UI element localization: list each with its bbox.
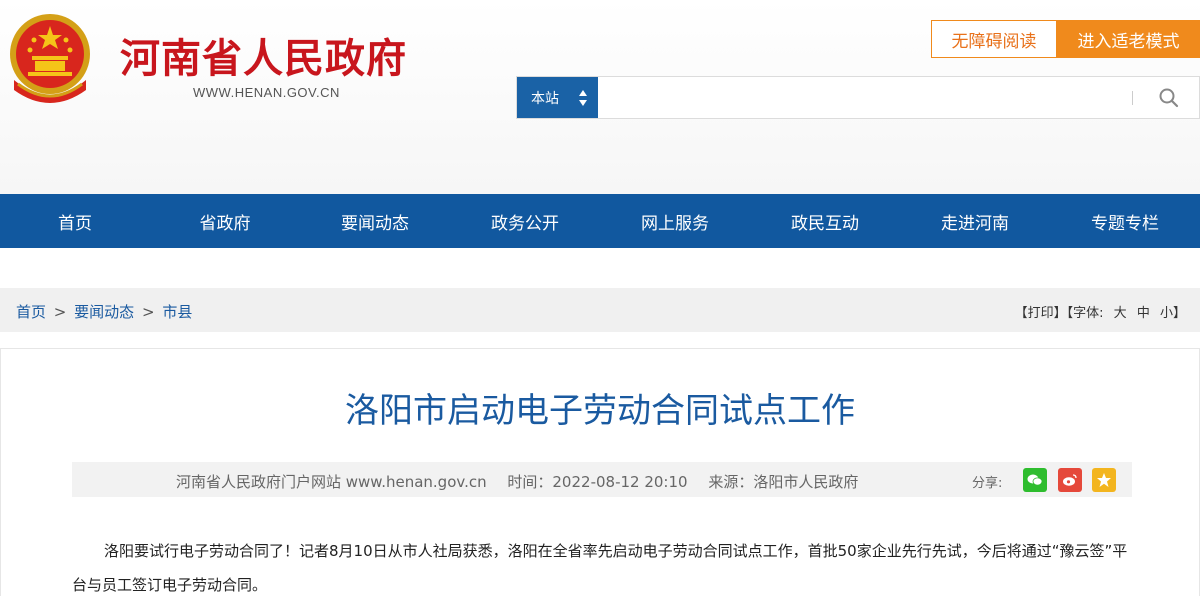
weibo-share-icon[interactable] <box>1058 468 1082 492</box>
article-meta-bar: 河南省人民政府门户网站 www.henan.gov.cn 时间：2022-08-… <box>72 462 1132 497</box>
elder-mode-button[interactable]: 进入适老模式 <box>1057 20 1200 58</box>
nav-item-provincial-government[interactable]: 省政府 <box>150 194 300 248</box>
site-title[interactable]: 河南省人民政府 <box>120 26 407 84</box>
qzone-share-icon[interactable] <box>1092 468 1116 492</box>
nav-item-government-affairs[interactable]: 政务公开 <box>450 194 600 248</box>
wechat-share-icon[interactable] <box>1023 468 1047 492</box>
source-site: 河南省人民政府门户网站 www.henan.gov.cn <box>176 473 487 491</box>
search-box: 本站 <box>516 76 1200 119</box>
nav-item-about-henan[interactable]: 走进河南 <box>900 194 1050 248</box>
search-input[interactable] <box>599 78 1129 117</box>
print-button[interactable]: 【打印】 <box>1015 306 1067 321</box>
font-size-prefix: 【字体: <box>1066 306 1104 321</box>
publish-time: 时间：2022-08-12 20:10 <box>507 473 688 491</box>
font-size-suffix: 】 <box>1172 306 1186 321</box>
article-origin: 来源：洛阳市人民政府 <box>708 473 859 491</box>
font-medium-button[interactable]: 中 <box>1137 306 1150 321</box>
article-tools: 【打印】【字体: 大 中 小】 <box>1015 302 1186 321</box>
site-header: 河南省人民政府 WWW.HENAN.GOV.CN 无障碍阅读 进入适老模式 本站 <box>0 0 1200 194</box>
search-scope-select[interactable]: 本站 <box>517 77 598 118</box>
share-label: 分享: <box>972 476 1003 491</box>
search-scope-label: 本站 <box>531 90 559 107</box>
breadcrumb-bar: 首页 > 要闻动态 > 市县 【打印】【字体: 大 中 小】 <box>0 288 1200 332</box>
breadcrumb: 首页 > 要闻动态 > 市县 <box>16 301 192 322</box>
breadcrumb-separator: > <box>141 303 155 321</box>
weibo-icon <box>1063 474 1077 486</box>
breadcrumb-news[interactable]: 要闻动态 <box>74 303 134 321</box>
accessibility-reading-button[interactable]: 无障碍阅读 <box>931 20 1057 58</box>
wechat-icon <box>1027 474 1043 486</box>
nav-item-online-services[interactable]: 网上服务 <box>600 194 750 248</box>
nav-item-news[interactable]: 要闻动态 <box>300 194 450 248</box>
article-meta: 河南省人民政府门户网站 www.henan.gov.cn 时间：2022-08-… <box>176 471 874 492</box>
main-nav: 首页 省政府 要闻动态 政务公开 网上服务 政民互动 走进河南 专题专栏 <box>0 194 1200 248</box>
breadcrumb-home[interactable]: 首页 <box>16 303 46 321</box>
up-down-arrow-icon <box>579 90 587 106</box>
site-url: WWW.HENAN.GOV.CN <box>193 85 340 100</box>
national-emblem-icon <box>10 14 90 103</box>
nav-item-interaction[interactable]: 政民互动 <box>750 194 900 248</box>
star-icon <box>1097 473 1111 487</box>
breadcrumb-separator: > <box>53 303 67 321</box>
breadcrumb-cities[interactable]: 市县 <box>162 303 192 321</box>
search-icon[interactable] <box>1157 86 1181 110</box>
search-divider <box>1132 91 1133 105</box>
font-large-button[interactable]: 大 <box>1114 306 1127 321</box>
nav-item-special-topics[interactable]: 专题专栏 <box>1050 194 1200 248</box>
article-body-paragraph: 洛阳要试行电子劳动合同了！记者8月10日从市人社局获悉，洛阳在全省率先启动电子劳… <box>72 542 1128 594</box>
font-small-button[interactable]: 小 <box>1160 306 1173 321</box>
article-title: 洛阳市启动电子劳动合同试点工作 <box>345 391 855 431</box>
nav-item-home[interactable]: 首页 <box>0 194 150 248</box>
